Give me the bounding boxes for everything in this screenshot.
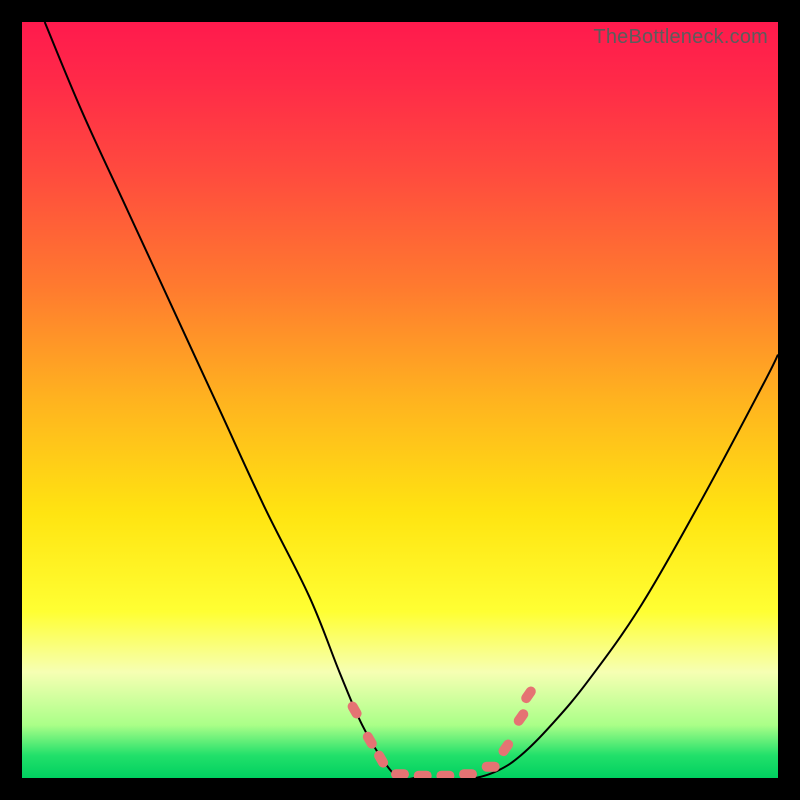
trough-marker xyxy=(361,730,379,751)
trough-marker xyxy=(346,700,364,721)
chart-frame: TheBottleneck.com xyxy=(0,0,800,800)
trough-marker xyxy=(497,738,516,758)
left-curve xyxy=(45,22,415,778)
trough-marker xyxy=(391,769,409,778)
right-curve xyxy=(461,355,779,778)
trough-marker xyxy=(519,685,538,705)
trough-marker xyxy=(459,769,477,778)
curves-svg xyxy=(22,22,778,778)
trough-marker xyxy=(482,762,500,772)
trough-marker xyxy=(436,771,454,778)
trough-marker xyxy=(512,707,531,727)
trough-marker xyxy=(414,771,432,778)
plot-area: TheBottleneck.com xyxy=(22,22,778,778)
